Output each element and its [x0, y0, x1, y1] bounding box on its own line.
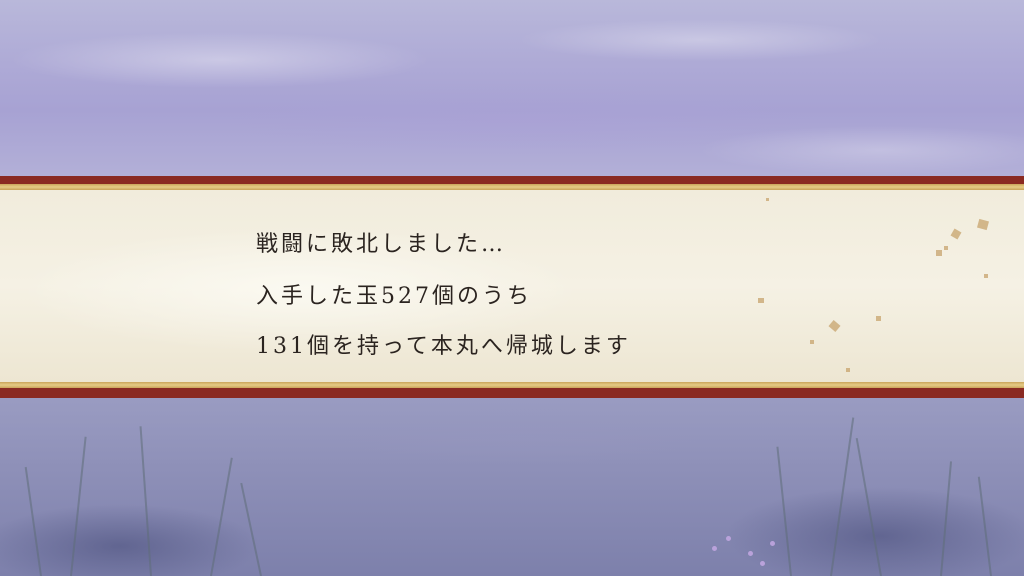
gold-fleck: [758, 298, 764, 303]
flower: [712, 546, 717, 551]
defeat-message-line-3: 131個を持って本丸へ帰城します: [256, 334, 631, 359]
flower: [726, 536, 731, 541]
grass-blade: [776, 446, 792, 576]
grass-blade: [24, 466, 42, 576]
field-background: [0, 396, 1024, 576]
defeat-message-line-1: 戦闘に敗北しました…: [256, 232, 507, 257]
grass-blade: [855, 437, 882, 576]
flower: [760, 561, 765, 566]
sky-background: [0, 0, 1024, 184]
gold-fleck: [828, 320, 841, 332]
gold-fleck: [936, 250, 942, 256]
grass-blade: [240, 482, 262, 576]
flower: [770, 541, 775, 546]
gold-fleck: [766, 198, 769, 201]
gold-fleck: [846, 368, 850, 372]
grass-blade: [977, 476, 992, 576]
grass-blade: [830, 417, 855, 576]
grass-blade: [940, 461, 953, 576]
grass-blade: [70, 436, 87, 576]
gold-fleck: [876, 316, 881, 321]
grass-blade: [210, 457, 233, 576]
grass-blade: [139, 426, 152, 576]
gold-fleck: [950, 228, 962, 240]
gold-fleck: [810, 340, 814, 344]
flower: [748, 551, 753, 556]
gold-fleck: [977, 218, 989, 231]
gold-fleck: [944, 246, 948, 250]
banner-bottom-border: [0, 382, 1024, 398]
defeat-message-line-2: 入手した玉527個のうち: [256, 284, 532, 309]
gold-fleck: [984, 274, 988, 278]
